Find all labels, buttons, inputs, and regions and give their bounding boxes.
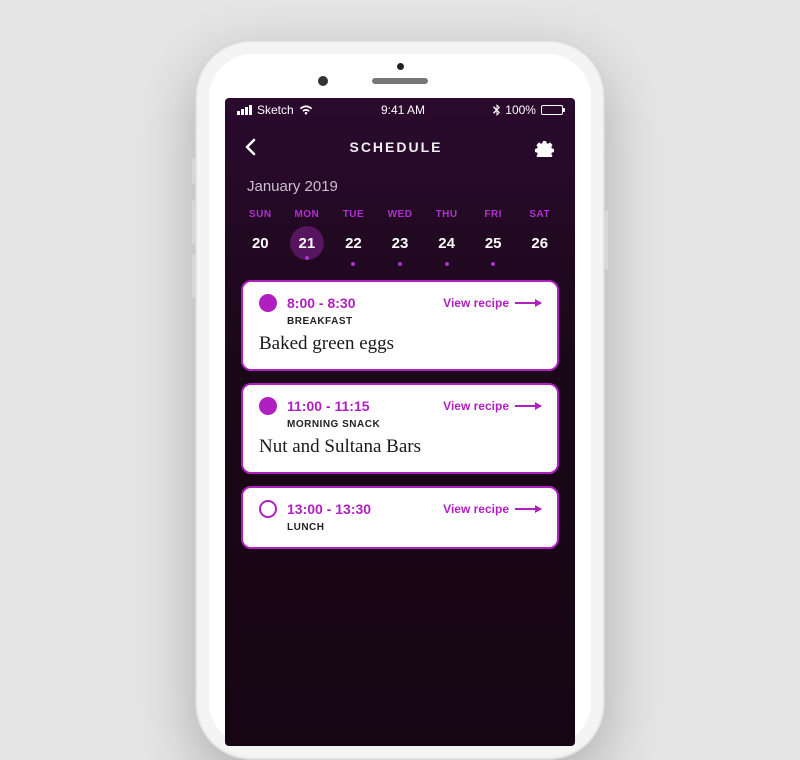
event-dot — [445, 262, 449, 266]
day-sat[interactable]: SAT 26 — [516, 205, 563, 270]
meal-list: 8:00 - 8:30 View recipe BREAKFAST Baked … — [225, 270, 575, 549]
meal-type-label: MORNING SNACK — [287, 419, 541, 430]
day-tue[interactable]: TUE 22 — [330, 205, 377, 270]
status-bar: Sketch 9:41 AM 100% — [225, 98, 575, 122]
carrier-label: Sketch — [257, 103, 294, 117]
meal-card-morning-snack[interactable]: 11:00 - 11:15 View recipe MORNING SNACK … — [241, 383, 559, 474]
completed-dot-icon — [259, 294, 277, 312]
wifi-icon — [299, 105, 313, 115]
meal-card-breakfast[interactable]: 8:00 - 8:30 View recipe BREAKFAST Baked … — [241, 280, 559, 371]
bluetooth-icon — [493, 104, 500, 116]
arrow-right-icon — [515, 508, 541, 510]
event-dot — [351, 262, 355, 266]
pending-dot-icon — [259, 500, 277, 518]
mute-switch — [192, 158, 195, 184]
meal-time: 11:00 - 11:15 — [287, 398, 370, 414]
event-dot — [491, 262, 495, 266]
sensor-dot — [397, 63, 404, 70]
meal-card-lunch[interactable]: 13:00 - 13:30 View recipe LUNCH — [241, 486, 559, 549]
day-sun[interactable]: SUN 20 — [237, 205, 284, 270]
speaker-grille — [372, 78, 428, 84]
month-label: January 2019 — [225, 172, 575, 205]
gear-icon[interactable] — [535, 137, 555, 157]
battery-percent: 100% — [505, 103, 536, 117]
day-thu[interactable]: THU 24 — [423, 205, 470, 270]
power-button — [605, 210, 608, 270]
day-wed[interactable]: WED 23 — [377, 205, 424, 270]
page-title: SCHEDULE — [349, 139, 442, 155]
view-recipe-link[interactable]: View recipe — [443, 502, 541, 516]
volume-up — [192, 200, 195, 244]
meal-type-label: LUNCH — [287, 522, 541, 533]
meal-type-label: BREAKFAST — [287, 316, 541, 327]
app-screen: Sketch 9:41 AM 100% SCHEDULE January 201… — [225, 98, 575, 746]
completed-dot-icon — [259, 397, 277, 415]
event-dot — [398, 262, 402, 266]
meal-name: Baked green eggs — [259, 333, 541, 355]
battery-icon — [541, 105, 563, 115]
nav-bar: SCHEDULE — [225, 122, 575, 172]
arrow-right-icon — [515, 405, 541, 407]
phone-frame: Sketch 9:41 AM 100% SCHEDULE January 201… — [195, 40, 605, 760]
front-camera — [318, 76, 328, 86]
day-fri[interactable]: FRI 25 — [470, 205, 517, 270]
view-recipe-link[interactable]: View recipe — [443, 296, 541, 310]
back-icon[interactable] — [245, 138, 257, 156]
arrow-right-icon — [515, 302, 541, 304]
view-recipe-link[interactable]: View recipe — [443, 399, 541, 413]
meal-time: 13:00 - 13:30 — [287, 501, 371, 517]
clock-label: 9:41 AM — [381, 103, 425, 117]
event-dot — [305, 256, 309, 260]
meal-time: 8:00 - 8:30 — [287, 295, 355, 311]
volume-down — [192, 254, 195, 298]
meal-name: Nut and Sultana Bars — [259, 436, 541, 458]
signal-icon — [237, 105, 252, 115]
day-mon[interactable]: MON 21 — [284, 205, 331, 270]
week-strip: SUN 20 MON 21 TUE 22 WED 23 — [225, 205, 575, 270]
